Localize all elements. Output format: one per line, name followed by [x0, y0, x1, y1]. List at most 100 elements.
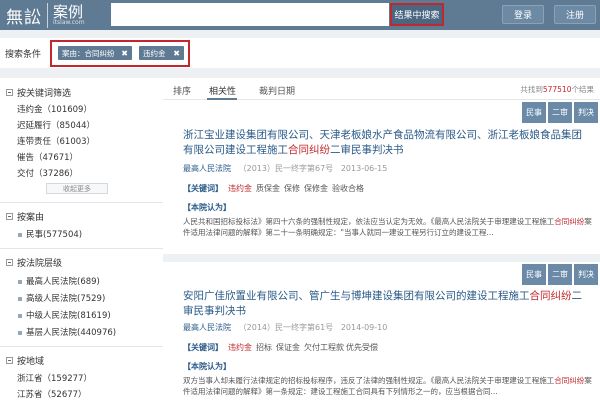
case-meta: 最高人民法院 （2013）民一终字第67号 2013-06-15: [183, 163, 387, 174]
case-separator: [163, 254, 600, 262]
keyword-tag[interactable]: 违约金: [228, 342, 252, 353]
document-type-badge[interactable]: 判决: [574, 102, 598, 123]
court-name[interactable]: 最高人民法院: [183, 323, 231, 332]
bullet-icon: [18, 296, 22, 301]
section-title: 按法院层级: [17, 259, 63, 269]
register-button[interactable]: 注册: [554, 5, 596, 24]
case-meta: 最高人民法院 （2014）民一终字第61号 2014-09-10: [183, 322, 387, 333]
close-icon[interactable]: ✖: [121, 49, 128, 58]
section-title: 按关键词筛选: [17, 89, 72, 99]
divider: [0, 202, 163, 203]
case-date: 2013-06-15: [340, 164, 388, 173]
excerpt-text: 双方当事人却未履行法律规定的招标投标程序，违反了法律的强制性规定。《最高人民法院…: [183, 376, 555, 385]
collapse-minus-icon[interactable]: [6, 357, 13, 364]
sort-date-tab[interactable]: 裁判日期: [259, 84, 295, 97]
search-conditions-bar: 搜索条件 案由：合同纠纷 ✖ 违约金 ✖: [0, 38, 600, 68]
case-title-link[interactable]: 浙江宝业建设集团有限公司、天津老板娘水产食品物流有限公司、浙江老板娘食品集团有限…: [183, 128, 588, 158]
logo-domain: itslaw.com: [53, 18, 85, 26]
case-card: 民事 二审 判决 浙江宝业建设集团有限公司、天津老板娘水产食品物流有限公司、浙江…: [163, 100, 600, 262]
logo-title: 案例: [53, 2, 84, 21]
keyword-item[interactable]: 催告（47671）: [17, 151, 78, 163]
trial-level-badge[interactable]: 二审: [548, 102, 572, 123]
region-item[interactable]: 浙江省（159277）: [17, 372, 92, 384]
court-item-label: 基层人民法院(440976): [26, 328, 117, 338]
result-count-prefix: 共找到: [520, 85, 543, 94]
court-opinion-label: 【本院认为】: [183, 203, 231, 212]
section-title: 按地域: [17, 357, 45, 367]
bullet-icon: [18, 279, 22, 284]
keyword-item[interactable]: 连带责任（61003）: [17, 135, 95, 147]
excerpt-text: 人民共和国招标投标法》第四十六条的强制性规定，依法应当认定为无效。《最高人民法院…: [183, 217, 555, 226]
collapse-minus-icon[interactable]: [6, 89, 13, 96]
keyword-item[interactable]: 迟延履行（85044）: [17, 119, 95, 131]
result-count: 共找到577510个结果: [520, 84, 594, 95]
excerpt-highlight: 合同纠纷: [554, 217, 585, 226]
cause-item-label: 民事(577504): [26, 230, 83, 240]
keyword-tag[interactable]: 违约金: [228, 183, 252, 194]
court-item-label: 最高人民法院(689): [26, 277, 100, 287]
case-type-badge[interactable]: 民事: [522, 264, 546, 285]
top-bar: 無訟 案例 itslaw.com 结果中搜索 登录 注册: [0, 0, 600, 30]
keyword-tag[interactable]: 质保金: [256, 183, 280, 194]
region-item[interactable]: 江苏省（52677）: [17, 388, 87, 400]
section-title: 按案由: [17, 213, 45, 223]
keywords-label: 【关键词】: [183, 184, 223, 193]
court-item[interactable]: 中级人民法院(81619): [18, 309, 111, 321]
keyword-tag[interactable]: 保修: [284, 183, 300, 194]
keyword-item[interactable]: 违约金（101609）: [17, 103, 92, 115]
site-logo[interactable]: 無訟 案例 itslaw.com: [6, 2, 85, 28]
keyword-tag[interactable]: 招标: [256, 342, 272, 353]
trial-level-badge[interactable]: 二审: [548, 264, 572, 285]
court-level-filter-header[interactable]: 按法院层级: [6, 256, 62, 269]
case-type-badge[interactable]: 民事: [522, 102, 546, 123]
case-number: （2013）民一终字第67号: [238, 164, 334, 173]
close-icon[interactable]: ✖: [173, 49, 180, 58]
region-filter-header[interactable]: 按地域: [6, 354, 44, 367]
cause-item[interactable]: 民事(577504): [18, 228, 82, 240]
court-item[interactable]: 最高人民法院(689): [18, 275, 100, 287]
court-item-label: 中级人民法院(81619): [26, 311, 111, 321]
sort-relevance-tab[interactable]: 相关性: [209, 84, 236, 97]
collapse-minus-icon[interactable]: [6, 259, 13, 266]
search-input[interactable]: [111, 3, 389, 26]
keyword-tag[interactable]: 保修金: [304, 183, 328, 194]
keyword-tag[interactable]: 保证金: [276, 342, 300, 353]
case-card: 民事 二审 判决 安阳广佳欣置业有限公司、管广生与博坤建设集团有限公司的建设工程…: [163, 262, 600, 400]
results-panel: 排序 相关性 裁判日期 共找到577510个结果 民事 二审 判决 浙江宝业建设…: [163, 78, 600, 400]
bullet-icon: [18, 232, 22, 237]
filter-tag-keyword[interactable]: 违约金 ✖: [139, 46, 184, 60]
case-title-highlight: 合同纠纷: [529, 290, 572, 302]
case-badges: 民事 二审 判决: [522, 264, 598, 285]
court-item[interactable]: 基层人民法院(440976): [18, 326, 116, 338]
login-button[interactable]: 登录: [502, 5, 544, 24]
court-opinion-label: 【本院认为】: [183, 362, 231, 371]
filter-sidebar: 按关键词筛选 违约金（101609） 迟延履行（85044） 连带责任（6100…: [0, 78, 163, 400]
court-item[interactable]: 高级人民法院(7529): [18, 292, 105, 304]
cause-filter-header[interactable]: 按案由: [6, 210, 44, 223]
filter-tag-cause[interactable]: 案由：合同纠纷 ✖: [58, 46, 132, 60]
search-in-results-button[interactable]: 结果中搜索: [390, 3, 444, 26]
keyword-filter-header[interactable]: 按关键词筛选: [6, 86, 71, 99]
collapse-minus-icon[interactable]: [6, 213, 13, 220]
excerpt-highlight: 合同纠纷: [554, 376, 585, 385]
bullet-icon: [18, 330, 22, 335]
keywords-label: 【关键词】: [183, 343, 223, 352]
filter-tag-label: 案由：合同纠纷: [62, 48, 115, 58]
case-title-highlight: 合同纠纷: [288, 144, 330, 156]
filter-tag-label: 违约金: [143, 48, 166, 58]
case-title-link[interactable]: 安阳广佳欣置业有限公司、管广生与博坤建设集团有限公司的建设工程施工合同纠纷二审民…: [183, 289, 588, 319]
bullet-icon: [18, 313, 22, 318]
logo-text: 案例 itslaw.com: [48, 2, 85, 26]
show-less-button[interactable]: 收起更多: [46, 183, 108, 194]
case-excerpt: 双方当事人却未履行法律规定的招标投标程序，违反了法律的强制性规定。《最高人民法院…: [183, 375, 593, 397]
keyword-item[interactable]: 交付（37286）: [17, 167, 78, 179]
keyword-tag[interactable]: 优先受偿: [346, 342, 378, 353]
court-name[interactable]: 最高人民法院: [183, 164, 231, 173]
document-type-badge[interactable]: 判决: [574, 264, 598, 285]
keyword-tag[interactable]: 欠付工程款: [304, 342, 344, 353]
keyword-tag[interactable]: 验收合格: [332, 183, 364, 194]
case-badges: 民事 二审 判决: [522, 102, 598, 123]
case-title-text: 二审民事判决书: [330, 144, 404, 156]
result-count-suffix: 个结果: [571, 85, 595, 94]
logo-mark: 無訟: [6, 2, 48, 28]
